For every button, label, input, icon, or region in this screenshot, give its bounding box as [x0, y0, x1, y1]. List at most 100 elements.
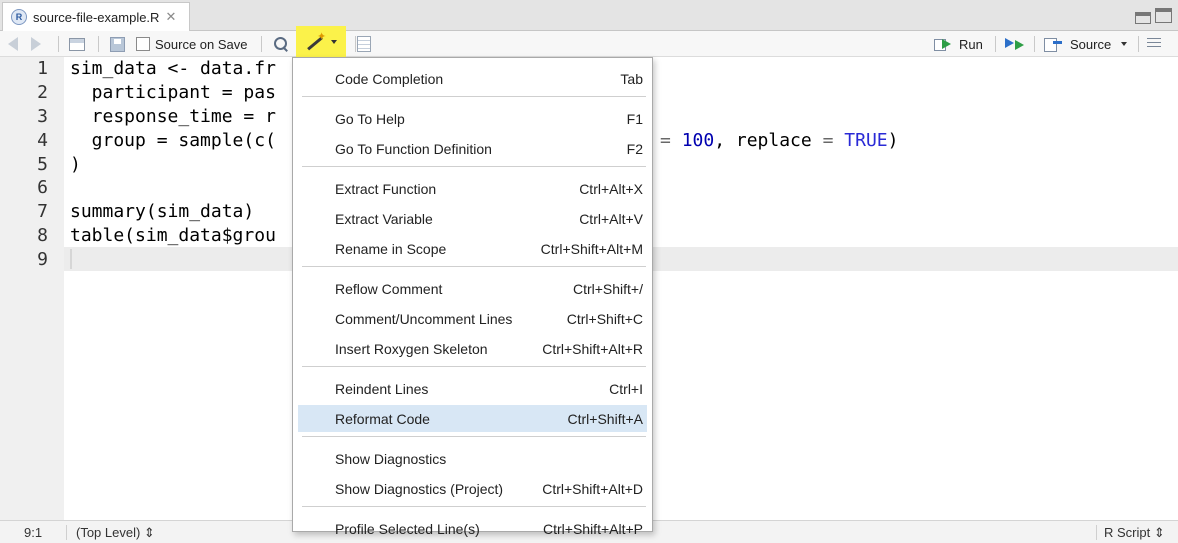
menu-separator: [302, 96, 646, 97]
menu-item-shortcut: Ctrl+Shift+Alt+P: [543, 520, 643, 537]
menu-item-shortcut: Ctrl+Shift+Alt+R: [542, 340, 643, 357]
menu-item-reindent-lines[interactable]: Reindent Lines Ctrl+I: [298, 375, 647, 402]
menu-item-rename-in-scope[interactable]: Rename in Scope Ctrl+Shift+Alt+M: [298, 235, 647, 262]
line-number: 7: [37, 201, 48, 222]
toolbar-divider: [1034, 36, 1035, 52]
back-button[interactable]: [8, 34, 18, 54]
source-button[interactable]: Source: [1044, 34, 1128, 54]
menu-item-reformat-code[interactable]: Reformat Code Ctrl+Shift+A: [298, 405, 647, 432]
menu-item-label: Show Diagnostics (Project): [335, 480, 504, 497]
code-line: response_time = r: [70, 106, 276, 127]
line-number: 9: [37, 249, 48, 270]
forward-button[interactable]: [31, 34, 41, 54]
menu-separator: [302, 166, 646, 167]
menu-item-shortcut: Ctrl+Shift+C: [566, 310, 643, 327]
file-type-selector[interactable]: R Script ⇕: [1104, 525, 1165, 541]
tab-strip: R source-file-example.R ✕: [0, 0, 1178, 31]
scope-selector[interactable]: (Top Level) ⇕: [76, 525, 155, 541]
run-button[interactable]: Run: [934, 34, 983, 54]
rerun-icon: [1005, 37, 1027, 51]
menu-separator: [302, 506, 646, 507]
text-cursor: [70, 249, 72, 269]
source-on-save-toggle[interactable]: Source on Save: [136, 34, 248, 54]
code-line: group = sample(c(: [70, 130, 276, 151]
toolbar-divider: [261, 36, 262, 52]
close-icon[interactable]: ✕: [165, 9, 176, 25]
menu-separator: [302, 366, 646, 367]
menu-item-extract-function[interactable]: Extract Function Ctrl+Alt+X: [298, 175, 647, 202]
tab-source-file[interactable]: R source-file-example.R ✕: [2, 2, 190, 31]
lines-icon: [1147, 38, 1161, 50]
menu-item-code-completion[interactable]: Code Completion Tab: [298, 65, 647, 92]
status-divider: [1096, 525, 1097, 540]
menu-item-reflow-comment[interactable]: Reflow Comment Ctrl+Shift+/: [298, 275, 647, 302]
menu-item-go-to-help[interactable]: Go To Help F1: [298, 105, 647, 132]
menu-item-shortcut: Ctrl+Shift+Alt+D: [542, 480, 643, 497]
menu-item-profile-selected-line-s[interactable]: Profile Selected Line(s) Ctrl+Shift+Alt+P: [298, 515, 647, 542]
menu-item-shortcut: F1: [626, 110, 643, 127]
menu-item-label: Profile Selected Line(s): [335, 520, 480, 537]
menu-separator: [302, 266, 646, 267]
menu-item-go-to-function-definition[interactable]: Go To Function Definition F2: [298, 135, 647, 162]
code-line: table(sim_data$grou: [70, 225, 276, 246]
menu-item-shortcut: Ctrl+Shift+Alt+M: [540, 240, 643, 257]
menu-item-label: Extract Function: [335, 180, 437, 197]
maximize-icon[interactable]: [1155, 8, 1172, 23]
code-line: summary(sim_data): [70, 201, 255, 222]
line-number: 3: [37, 106, 48, 127]
menu-item-show-diagnostics[interactable]: Show Diagnostics: [298, 445, 647, 472]
menu-item-label: Go To Function Definition: [335, 140, 492, 157]
outline-toggle-button[interactable]: [1147, 34, 1161, 54]
editor-toolbar: Source on Save Run Source: [0, 31, 1178, 57]
back-arrow-icon: [8, 37, 18, 51]
code-line: sim_data <- data.fr: [70, 58, 276, 79]
menu-item-show-diagnostics-project[interactable]: Show Diagnostics (Project) Ctrl+Shift+Alt…: [298, 475, 647, 502]
source-icon: [1044, 37, 1064, 52]
toolbar-divider: [355, 36, 356, 52]
show-in-window-button[interactable]: [69, 34, 85, 54]
menu-item-shortcut: Ctrl+Alt+V: [579, 210, 643, 227]
code-tools-button[interactable]: [296, 26, 346, 58]
menu-item-label: Go To Help: [335, 110, 405, 127]
menu-item-label: Rename in Scope: [335, 240, 447, 257]
line-number: 1: [37, 58, 48, 79]
code-line-tail: = 100, replace = TRUE): [660, 130, 899, 151]
outline-icon: [357, 36, 371, 52]
menu-item-shortcut: F2: [626, 140, 643, 157]
source-label: Source: [1070, 36, 1112, 52]
r-file-icon: R: [11, 9, 27, 25]
menu-item-label: Extract Variable: [335, 210, 433, 227]
toolbar-divider: [1138, 36, 1139, 52]
menu-item-shortcut: Tab: [620, 70, 643, 87]
menu-item-shortcut: Ctrl+Shift+/: [572, 280, 643, 297]
tab-title: source-file-example.R: [33, 9, 160, 25]
save-icon: [110, 36, 125, 52]
document-outline-button[interactable]: [357, 34, 371, 54]
menu-item-extract-variable[interactable]: Extract Variable Ctrl+Alt+V: [298, 205, 647, 232]
minimize-icon[interactable]: [1135, 12, 1151, 24]
menu-item-label: Reformat Code: [335, 410, 430, 427]
menu-item-comment-uncomment-lines[interactable]: Comment/Uncomment Lines Ctrl+Shift+C: [298, 305, 647, 332]
toolbar-divider: [98, 36, 99, 52]
line-number: 4: [37, 130, 48, 151]
menu-item-shortcut: Ctrl+Alt+X: [579, 180, 643, 197]
search-icon: [273, 36, 289, 52]
rerun-button[interactable]: [1005, 34, 1027, 54]
toolbar-divider: [58, 36, 59, 52]
menu-item-label: Show Diagnostics: [335, 450, 447, 467]
menu-separator: [302, 436, 646, 437]
save-button[interactable]: [110, 34, 125, 54]
magic-wand-icon: [305, 30, 327, 52]
source-on-save-checkbox[interactable]: [136, 37, 150, 51]
window-controls: [1135, 8, 1172, 24]
menu-item-shortcut: Ctrl+Shift+A: [567, 410, 643, 427]
source-on-save-label: Source on Save: [155, 36, 248, 52]
menu-item-label: Reindent Lines: [335, 380, 429, 397]
chevron-down-icon[interactable]: [1121, 42, 1128, 46]
menu-item-shortcut: Ctrl+I: [609, 380, 643, 397]
menu-item-insert-roxygen-skeleton[interactable]: Insert Roxygen Skeleton Ctrl+Shift+Alt+R: [298, 335, 647, 362]
menu-item-label: Comment/Uncomment Lines: [335, 310, 513, 327]
menu-item-label: Code Completion: [335, 70, 444, 87]
find-replace-button[interactable]: [273, 34, 289, 54]
code-line: participant = pas: [70, 82, 276, 103]
